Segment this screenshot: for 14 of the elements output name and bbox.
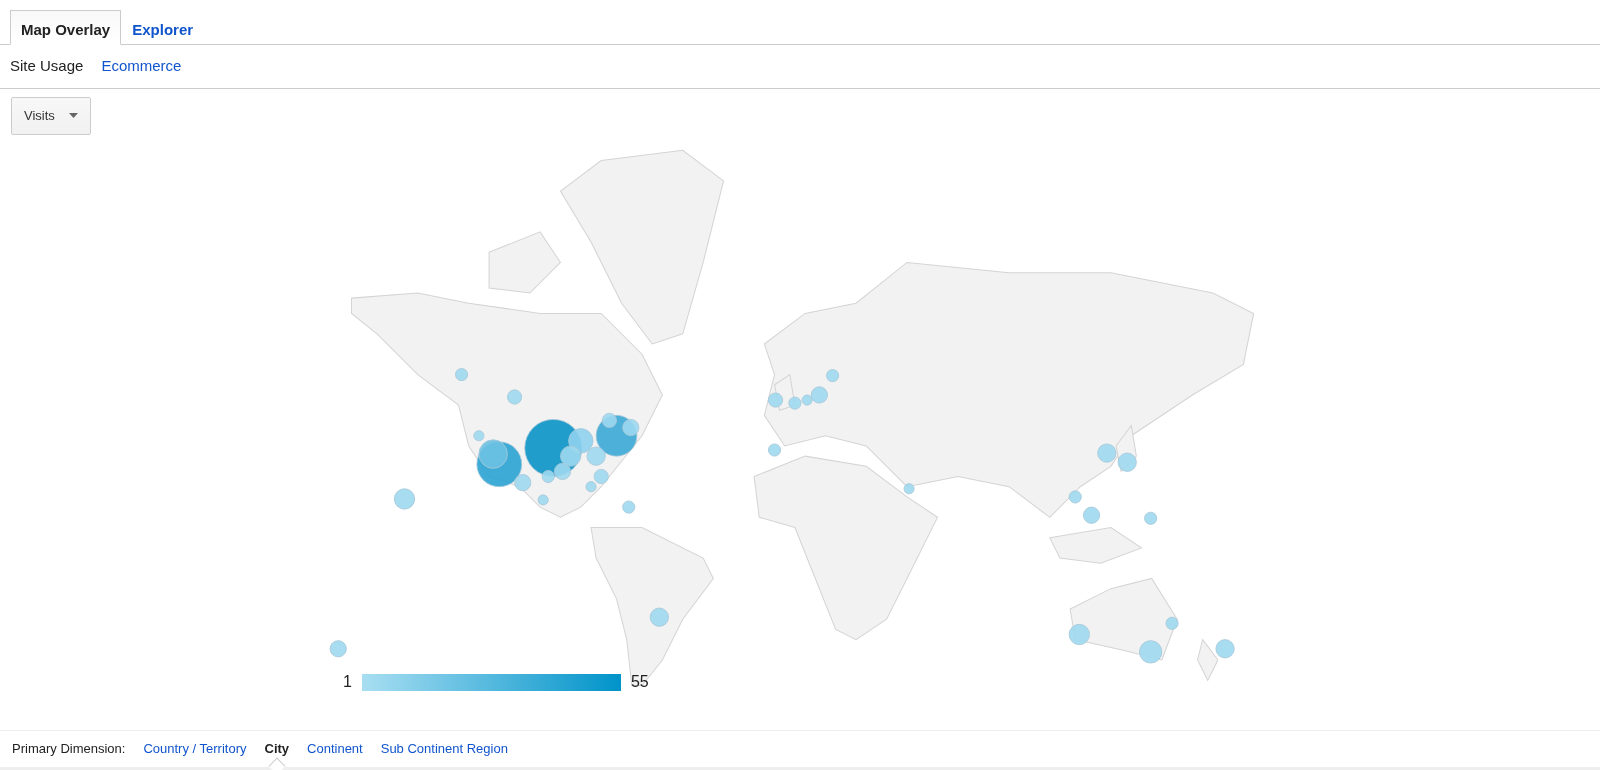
dimension-link[interactable]: Country / Territory [143,739,247,759]
tab[interactable]: Explorer [121,10,205,45]
dimension-link[interactable]: City [264,739,290,759]
metric-dropdown[interactable]: Visits [11,97,91,135]
subtab[interactable]: Ecommerce [101,55,182,78]
tab[interactable]: Map Overlay [10,10,122,45]
dimension-link[interactable]: Sub Continent Region [380,739,508,759]
caret-icon [68,113,78,119]
dimension-link[interactable]: Continent [307,739,363,759]
subtab[interactable]: Site Usage [10,55,84,78]
legend-min-label: 1 [343,672,352,692]
dimension-label: Primary Dimension: [12,740,126,759]
pointer-icon [268,757,286,770]
legend-max-label: 55 [630,672,649,692]
